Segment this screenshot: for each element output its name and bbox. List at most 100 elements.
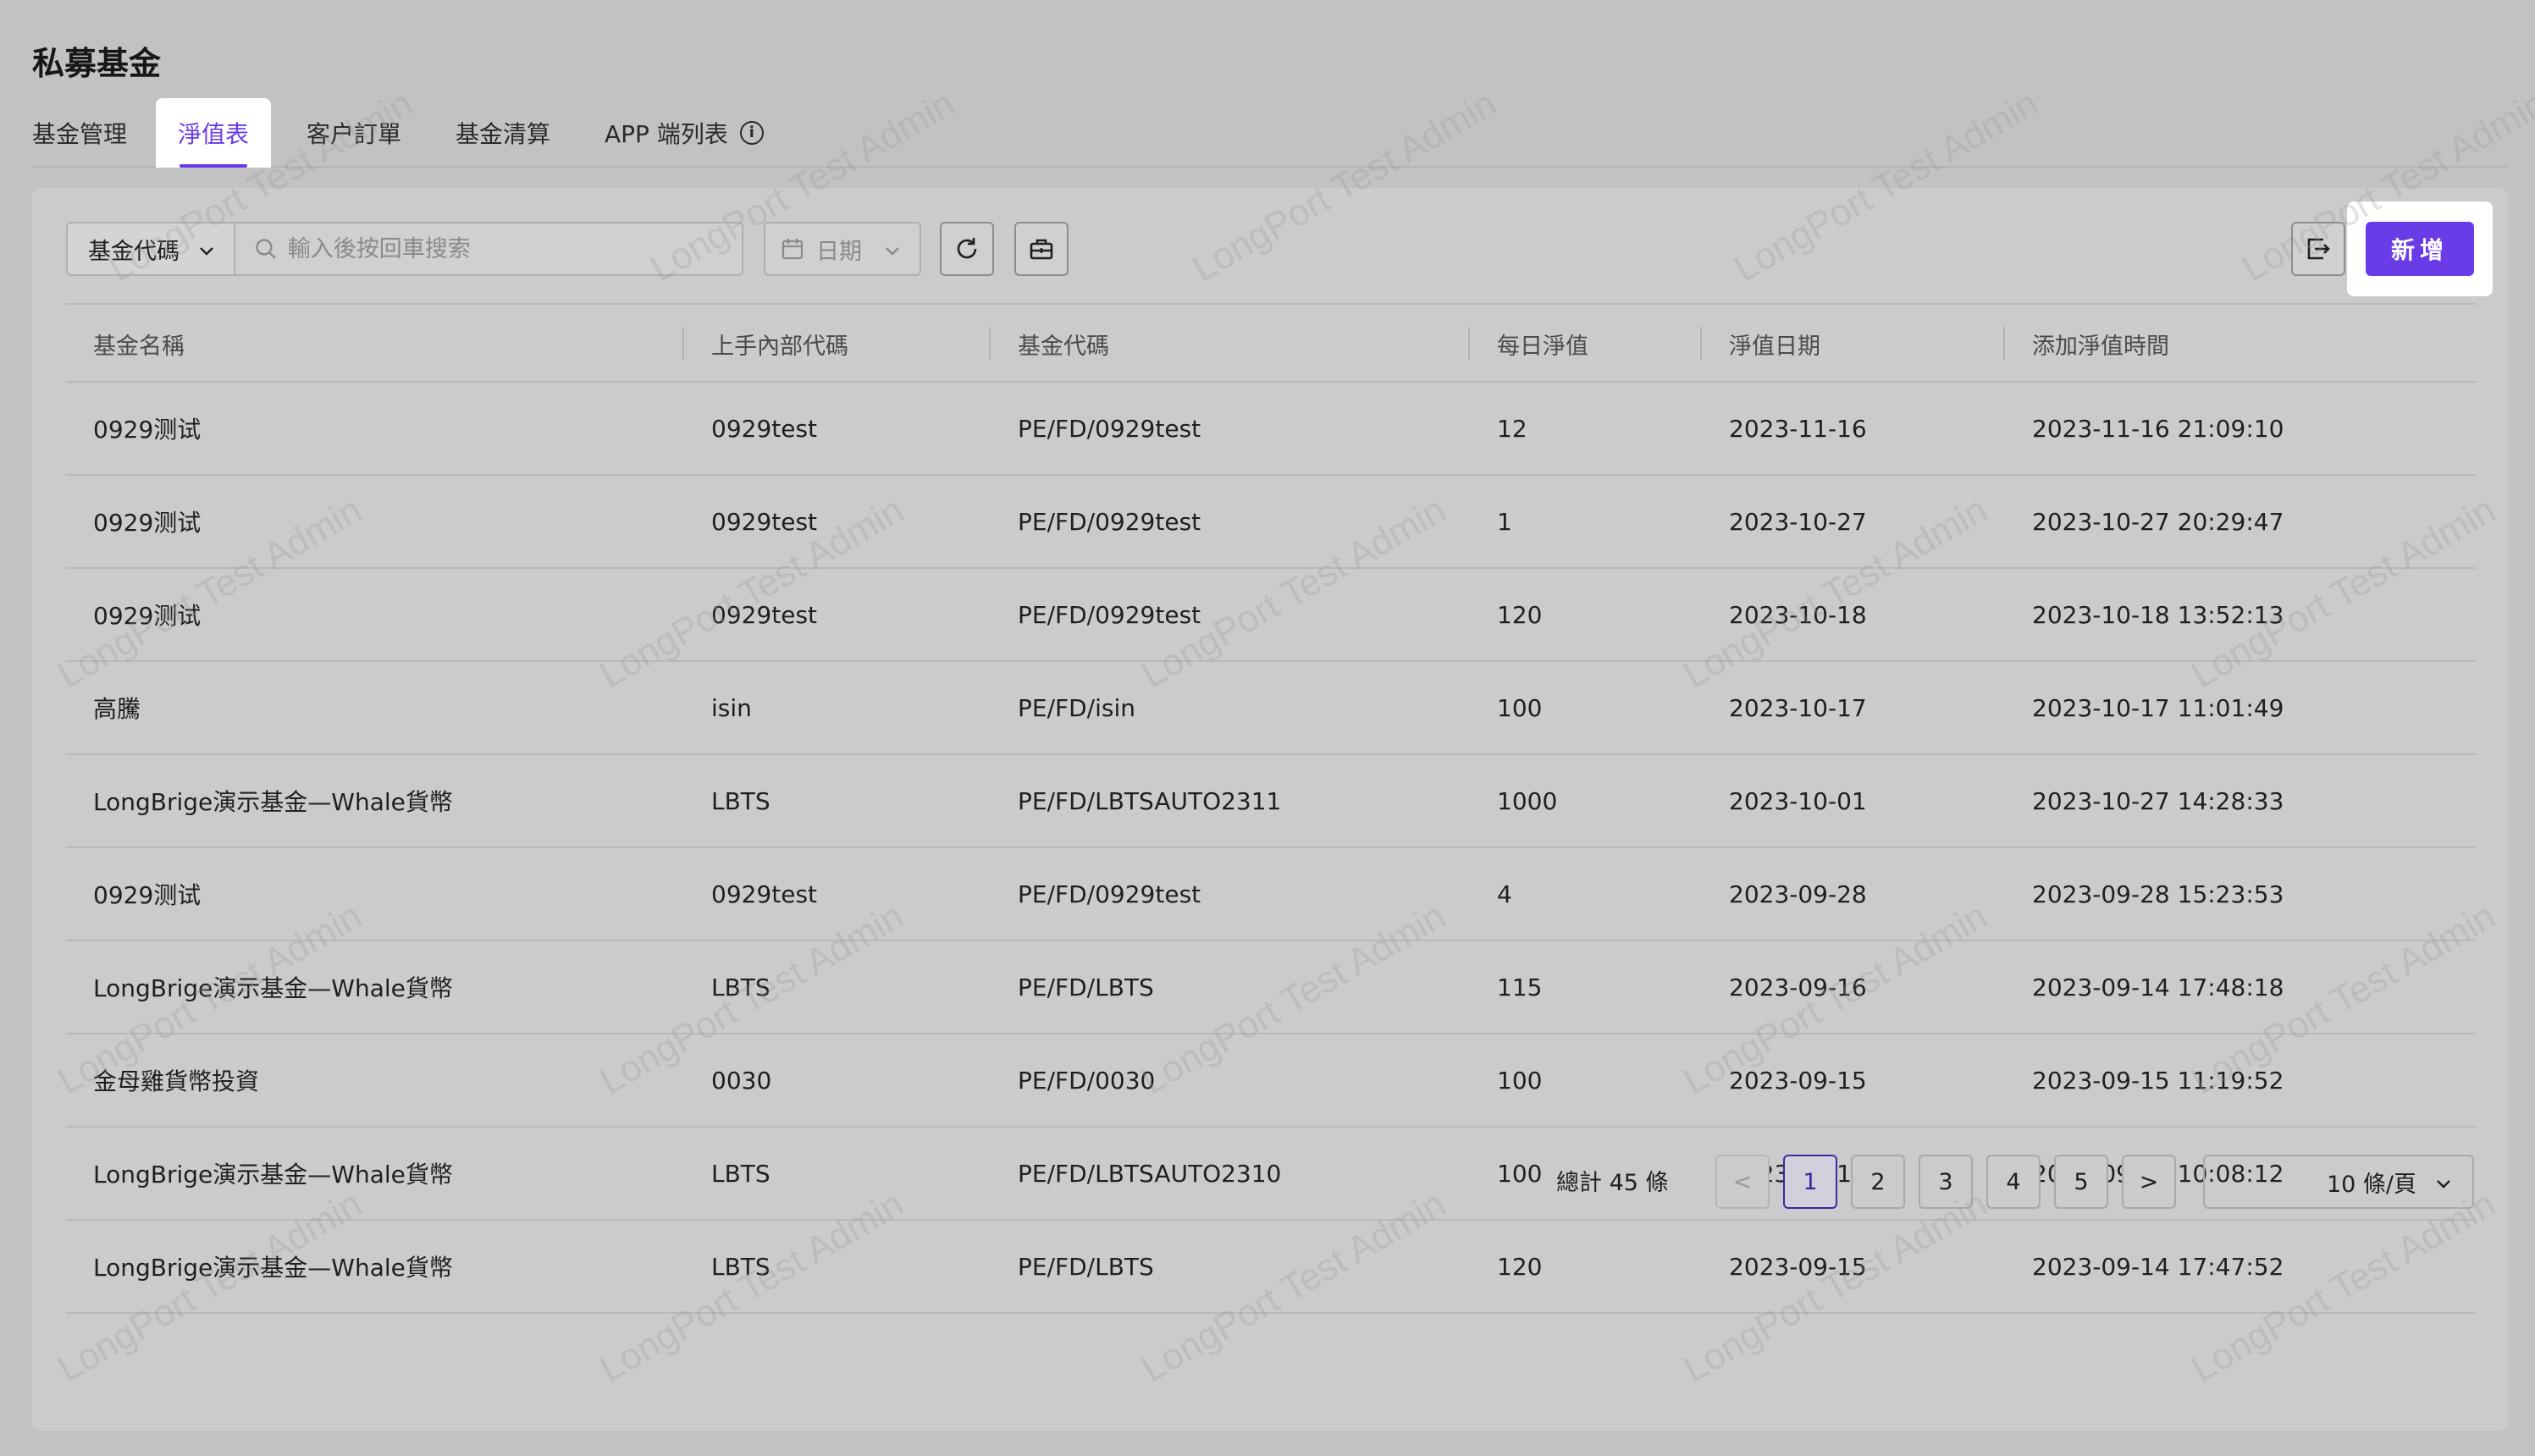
- cell-fund-name: LongBrige演示基金—Whale貨幣: [93, 1254, 453, 1282]
- cell-daily-nav: 120: [1497, 1252, 1543, 1281]
- pagination-page-2[interactable]: 2: [1851, 1155, 1905, 1209]
- cell-daily-nav: 1000: [1497, 786, 1558, 815]
- pagination-page-3[interactable]: 3: [1919, 1155, 1973, 1209]
- cell-daily-nav: 115: [1497, 973, 1543, 1001]
- cell-fund-code: PE/FD/LBTS: [1018, 1252, 1154, 1281]
- cell-daily-nav: 12: [1497, 414, 1527, 443]
- nav-table: 基金名稱 上手內部代碼 基金代碼 每日淨值 淨值日期 添加淨值時間 0929测试…: [66, 303, 2476, 1314]
- tab-fund-clearing[interactable]: 基金清算: [456, 98, 550, 168]
- pagination-page-5[interactable]: 5: [2054, 1155, 2108, 1209]
- tab-app-list[interactable]: APP 端列表 i: [605, 98, 764, 168]
- cell-nav-date: 2023-10-27: [1729, 507, 1867, 536]
- table-row[interactable]: LongBrige演示基金—Whale貨幣 LBTS PE/FD/LBTS 12…: [66, 1221, 2476, 1314]
- clear-filters-button[interactable]: [1014, 222, 1069, 276]
- tab-bar-divider: [32, 166, 2508, 168]
- chevron-down-icon: [2437, 1180, 2450, 1189]
- cell-fund-code: PE/FD/0929test: [1018, 880, 1201, 908]
- page-size-select[interactable]: 10 條/頁: [2203, 1155, 2474, 1209]
- column-header-internal-code: 上手內部代碼: [711, 333, 848, 360]
- tab-label: APP 端列表: [605, 120, 728, 148]
- cell-fund-code: PE/FD/isin: [1018, 693, 1136, 722]
- table-row[interactable]: LongBrige演示基金—Whale貨幣 LBTS PE/FD/LBTSAUT…: [66, 1128, 2476, 1221]
- cell-added-time: 2023-09-15 11:19:52: [2032, 1066, 2284, 1095]
- cell-nav-date: 2023-09-15: [1729, 1066, 1867, 1095]
- refresh-icon: [957, 238, 977, 259]
- cell-added-time: 2023-09-28 15:23:53: [2032, 880, 2284, 908]
- cell-daily-nav: 100: [1497, 693, 1543, 722]
- cell-daily-nav: 100: [1497, 1066, 1543, 1095]
- table-row[interactable]: 0929测试 0929test PE/FD/0929test 12 2023-1…: [66, 383, 2476, 476]
- cell-fund-code: PE/FD/LBTSAUTO2311: [1018, 786, 1282, 815]
- tab-label: 基金管理: [32, 120, 128, 148]
- cell-daily-nav: 100: [1497, 1159, 1543, 1188]
- refresh-button[interactable]: [940, 222, 994, 276]
- cell-fund-name: 0929测试: [93, 416, 202, 444]
- search-field[interactable]: [234, 222, 743, 276]
- tab-nav-table[interactable]: 淨值表: [156, 98, 271, 168]
- column-header-daily-nav: 每日淨值: [1497, 333, 1588, 360]
- column-header-nav-date: 淨值日期: [1729, 333, 1820, 360]
- date-filter-label: 日期: [816, 238, 862, 265]
- cell-fund-code: PE/FD/0929test: [1018, 414, 1201, 443]
- date-filter[interactable]: 日期: [764, 222, 921, 276]
- export-button[interactable]: [2291, 222, 2345, 276]
- column-divider: [989, 327, 991, 361]
- calendar-icon: [781, 239, 804, 260]
- chevron-down-icon: [886, 247, 899, 256]
- content-card: 基金代碼 日期 新增 基金名稱 上手內部代碼: [32, 188, 2508, 1431]
- search-icon: [256, 239, 276, 259]
- pagination-page-1[interactable]: 1: [1783, 1155, 1837, 1209]
- cell-fund-code: PE/FD/LBTS: [1018, 973, 1154, 1001]
- tab-fund-management[interactable]: 基金管理: [32, 98, 127, 168]
- cell-fund-name: 高騰: [93, 695, 141, 723]
- pagination-page-4[interactable]: 4: [1986, 1155, 2041, 1209]
- cell-added-time: 2023-11-16 21:09:10: [2032, 414, 2284, 443]
- column-divider: [1468, 327, 1470, 361]
- page: 私募基金 基金管理 淨值表 客户訂單 基金清算 APP 端列表 i 基金代碼 輸…: [0, 0, 2535, 1456]
- info-icon[interactable]: i: [739, 121, 764, 145]
- pagination-next-button[interactable]: >: [2122, 1155, 2176, 1209]
- filter-field-select[interactable]: 基金代碼: [66, 222, 235, 276]
- tab-label: 客户訂單: [307, 120, 402, 148]
- column-divider: [1700, 327, 1702, 361]
- table-row[interactable]: 高騰 isin PE/FD/isin 100 2023-10-17 2023-1…: [66, 662, 2476, 755]
- cell-nav-date: 2023-11-16: [1729, 414, 1867, 443]
- table-row[interactable]: 0929测试 0929test PE/FD/0929test 1 2023-10…: [66, 476, 2476, 569]
- search-input[interactable]: [287, 235, 742, 262]
- table-row[interactable]: 0929测试 0929test PE/FD/0929test 4 2023-09…: [66, 848, 2476, 941]
- column-divider: [682, 327, 684, 361]
- cell-added-time: 2023-10-18 13:52:13: [2032, 600, 2284, 629]
- briefcase-icon: [1030, 239, 1053, 260]
- tab-client-orders[interactable]: 客户訂單: [307, 98, 401, 168]
- cell-internal-code: 0929test: [711, 600, 818, 629]
- cell-daily-nav: 1: [1497, 507, 1512, 536]
- cell-nav-date: 2023-10-01: [1729, 786, 1867, 815]
- cell-nav-date: 2023-09-15: [1729, 1252, 1867, 1281]
- page-size-value: 10 條/頁: [2326, 1171, 2416, 1198]
- cell-fund-code: PE/FD/LBTSAUTO2310: [1018, 1159, 1282, 1188]
- cell-fund-name: LongBrige演示基金—Whale貨幣: [93, 974, 453, 1002]
- export-icon: [2307, 238, 2330, 260]
- cell-fund-name: 0929测试: [93, 602, 202, 630]
- cell-fund-name: 0929测试: [93, 881, 202, 909]
- table-row[interactable]: 金母雞貨幣投資 0030 PE/FD/0030 100 2023-09-15 2…: [66, 1034, 2476, 1128]
- add-button[interactable]: 新增: [2366, 222, 2474, 276]
- pagination-prev-button[interactable]: <: [1715, 1155, 1770, 1209]
- cell-fund-code: PE/FD/0929test: [1018, 600, 1201, 629]
- tab-label: 基金清算: [456, 120, 551, 148]
- cell-added-time: 2023-09-14 17:47:52: [2032, 1252, 2284, 1281]
- cell-nav-date: 2023-09-16: [1729, 973, 1867, 1001]
- cell-added-time: 2023-10-17 11:01:49: [2032, 693, 2284, 722]
- chevron-down-icon: [200, 247, 213, 256]
- cell-fund-name: LongBrige演示基金—Whale貨幣: [93, 1161, 453, 1189]
- cell-nav-date: 2023-10-17: [1729, 693, 1867, 722]
- table-row[interactable]: LongBrige演示基金—Whale貨幣 LBTS PE/FD/LBTSAUT…: [66, 755, 2476, 848]
- column-divider: [2003, 327, 2005, 361]
- pagination-total: 總計 45 條: [1556, 1169, 1669, 1196]
- table-row[interactable]: LongBrige演示基金—Whale貨幣 LBTS PE/FD/LBTS 11…: [66, 941, 2476, 1034]
- cell-internal-code: 0030: [711, 1066, 772, 1095]
- column-header-fund-name: 基金名稱: [93, 333, 185, 360]
- filter-field-value: 基金代碼: [88, 238, 179, 265]
- table-row[interactable]: 0929测试 0929test PE/FD/0929test 120 2023-…: [66, 569, 2476, 662]
- cell-daily-nav: 4: [1497, 880, 1512, 908]
